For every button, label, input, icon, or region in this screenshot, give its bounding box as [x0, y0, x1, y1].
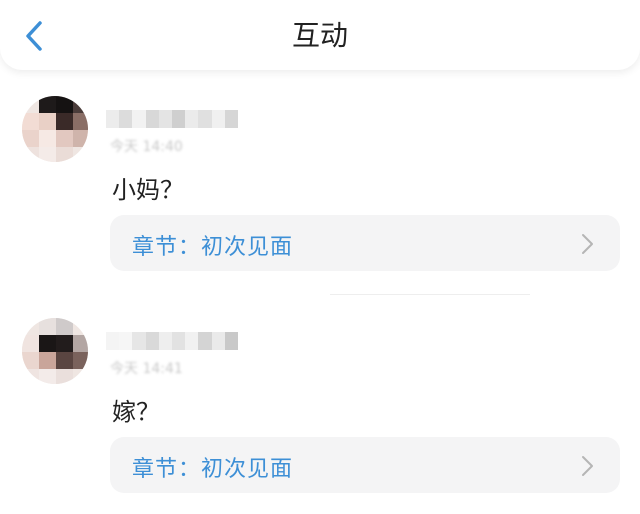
- chapter-label: 章节：初次见面: [132, 235, 294, 260]
- top-nav-bar: 互动: [0, 0, 640, 70]
- timestamp: 今天 14:40: [110, 139, 183, 155]
- avatar[interactable]: [22, 318, 88, 384]
- username-pixelated[interactable]: [106, 332, 239, 350]
- chevron-right-icon: [582, 456, 593, 476]
- chapter-link[interactable]: 章节：初次见面: [110, 437, 620, 493]
- chapter-label: 章节：初次见面: [132, 457, 294, 482]
- avatar[interactable]: [22, 96, 88, 162]
- username-pixelated[interactable]: [106, 110, 239, 128]
- chapter-link[interactable]: 章节：初次见面: [110, 215, 620, 271]
- divider: [330, 294, 530, 295]
- page-title: 互动: [291, 19, 348, 52]
- timestamp: 今天 14:41: [110, 361, 183, 377]
- chevron-right-icon: [582, 234, 593, 254]
- comment-text: 嫁？: [112, 398, 160, 426]
- comment-text: 小妈？: [112, 176, 184, 204]
